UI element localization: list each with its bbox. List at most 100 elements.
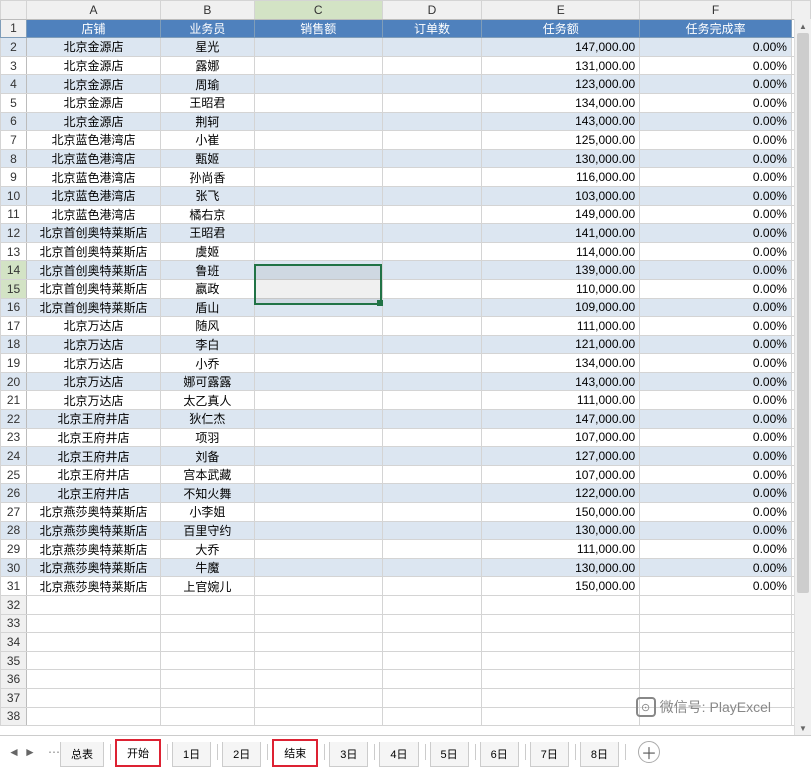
empty-cell[interactable] xyxy=(26,633,160,652)
cell-salesperson[interactable]: 甄姬 xyxy=(160,149,254,168)
cell-orders[interactable] xyxy=(382,447,482,466)
cell-salesperson[interactable]: 星光 xyxy=(160,38,254,57)
empty-cell[interactable] xyxy=(382,707,482,726)
scroll-down-arrow[interactable]: ▼ xyxy=(795,721,811,735)
header-cell[interactable]: 店铺 xyxy=(26,19,160,38)
header-cell[interactable]: 业务员 xyxy=(160,19,254,38)
empty-cell[interactable] xyxy=(160,596,254,615)
cell-sales[interactable] xyxy=(254,484,382,503)
row-num[interactable]: 38 xyxy=(1,707,27,726)
cell-completion[interactable]: 0.00% xyxy=(640,577,792,596)
empty-cell[interactable] xyxy=(254,688,382,707)
cell-completion[interactable]: 0.00% xyxy=(640,465,792,484)
row-num[interactable]: 22 xyxy=(1,410,27,429)
sheet-tab[interactable]: 1日 xyxy=(172,742,211,767)
cell-sales[interactable] xyxy=(254,540,382,559)
row-num[interactable]: 28 xyxy=(1,521,27,540)
cell-salesperson[interactable]: 虞姬 xyxy=(160,242,254,261)
cell-salesperson[interactable]: 小李姐 xyxy=(160,503,254,522)
cell-completion[interactable]: 0.00% xyxy=(640,131,792,150)
cell-quota[interactable]: 134,000.00 xyxy=(482,93,640,112)
header-cell[interactable]: 订单数 xyxy=(382,19,482,38)
cell-orders[interactable] xyxy=(382,149,482,168)
cell-orders[interactable] xyxy=(382,205,482,224)
cell-sales[interactable] xyxy=(254,410,382,429)
cell-orders[interactable] xyxy=(382,298,482,317)
empty-cell[interactable] xyxy=(160,651,254,670)
cell-completion[interactable]: 0.00% xyxy=(640,317,792,336)
cell-quota[interactable]: 141,000.00 xyxy=(482,224,640,243)
cell-sales[interactable] xyxy=(254,112,382,131)
cell-quota[interactable]: 150,000.00 xyxy=(482,577,640,596)
cell-store[interactable]: 北京首创奥特莱斯店 xyxy=(26,279,160,298)
cell-completion[interactable]: 0.00% xyxy=(640,112,792,131)
row-num[interactable]: 20 xyxy=(1,372,27,391)
cell-sales[interactable] xyxy=(254,168,382,187)
row-num[interactable]: 9 xyxy=(1,168,27,187)
empty-cell[interactable] xyxy=(254,633,382,652)
row-num[interactable]: 11 xyxy=(1,205,27,224)
cell-sales[interactable] xyxy=(254,224,382,243)
cell-completion[interactable]: 0.00% xyxy=(640,224,792,243)
row-num[interactable]: 26 xyxy=(1,484,27,503)
cell-sales[interactable] xyxy=(254,75,382,94)
row-num[interactable]: 18 xyxy=(1,335,27,354)
cell-store[interactable]: 北京燕莎奥特莱斯店 xyxy=(26,540,160,559)
row-num[interactable]: 30 xyxy=(1,558,27,577)
row-num[interactable]: 15 xyxy=(1,279,27,298)
sheet-tab[interactable]: 5日 xyxy=(430,742,469,767)
row-num[interactable]: 2 xyxy=(1,38,27,57)
select-all-corner[interactable] xyxy=(1,1,27,20)
cell-salesperson[interactable]: 张飞 xyxy=(160,186,254,205)
scroll-thumb[interactable] xyxy=(797,33,809,593)
cell-store[interactable]: 北京王府井店 xyxy=(26,410,160,429)
empty-cell[interactable] xyxy=(640,688,792,707)
header-cell[interactable]: 任务额 xyxy=(482,19,640,38)
cell-completion[interactable]: 0.00% xyxy=(640,558,792,577)
cell-orders[interactable] xyxy=(382,391,482,410)
cell-salesperson[interactable]: 刘备 xyxy=(160,447,254,466)
cell-orders[interactable] xyxy=(382,131,482,150)
cell-completion[interactable]: 0.00% xyxy=(640,298,792,317)
row-num[interactable]: 13 xyxy=(1,242,27,261)
cell-salesperson[interactable]: 盾山 xyxy=(160,298,254,317)
cell-orders[interactable] xyxy=(382,503,482,522)
cell-quota[interactable]: 131,000.00 xyxy=(482,56,640,75)
cell-store[interactable]: 北京王府井店 xyxy=(26,447,160,466)
empty-cell[interactable] xyxy=(640,596,792,615)
cell-salesperson[interactable]: 孙尚香 xyxy=(160,168,254,187)
empty-cell[interactable] xyxy=(482,614,640,633)
cell-sales[interactable] xyxy=(254,38,382,57)
sheet-tab[interactable]: 3日 xyxy=(329,742,368,767)
cell-sales[interactable] xyxy=(254,93,382,112)
cell-store[interactable]: 北京万达店 xyxy=(26,372,160,391)
cell-orders[interactable] xyxy=(382,93,482,112)
cell-salesperson[interactable]: 大乔 xyxy=(160,540,254,559)
row-num[interactable]: 36 xyxy=(1,670,27,689)
cell-sales[interactable] xyxy=(254,503,382,522)
row-num[interactable]: 16 xyxy=(1,298,27,317)
row-num[interactable]: 6 xyxy=(1,112,27,131)
empty-cell[interactable] xyxy=(254,596,382,615)
empty-cell[interactable] xyxy=(640,633,792,652)
empty-cell[interactable] xyxy=(254,614,382,633)
header-cell[interactable]: 任务完成率 xyxy=(640,19,792,38)
cell-completion[interactable]: 0.00% xyxy=(640,503,792,522)
empty-cell[interactable] xyxy=(482,707,640,726)
tab-nav-prev-icon[interactable]: ◄ xyxy=(8,746,20,758)
cell-completion[interactable]: 0.00% xyxy=(640,205,792,224)
row-num[interactable]: 3 xyxy=(1,56,27,75)
tab-nav-next-icon[interactable]: ► xyxy=(24,746,36,758)
cell-sales[interactable] xyxy=(254,56,382,75)
empty-cell[interactable] xyxy=(160,688,254,707)
cell-completion[interactable]: 0.00% xyxy=(640,75,792,94)
empty-cell[interactable] xyxy=(254,651,382,670)
row-num[interactable]: 29 xyxy=(1,540,27,559)
cell-salesperson[interactable]: 橘右京 xyxy=(160,205,254,224)
cell-sales[interactable] xyxy=(254,131,382,150)
cell-salesperson[interactable]: 娜可露露 xyxy=(160,372,254,391)
cell-salesperson[interactable]: 项羽 xyxy=(160,428,254,447)
sheet-tab[interactable]: 7日 xyxy=(530,742,569,767)
empty-cell[interactable] xyxy=(26,707,160,726)
empty-cell[interactable] xyxy=(382,688,482,707)
